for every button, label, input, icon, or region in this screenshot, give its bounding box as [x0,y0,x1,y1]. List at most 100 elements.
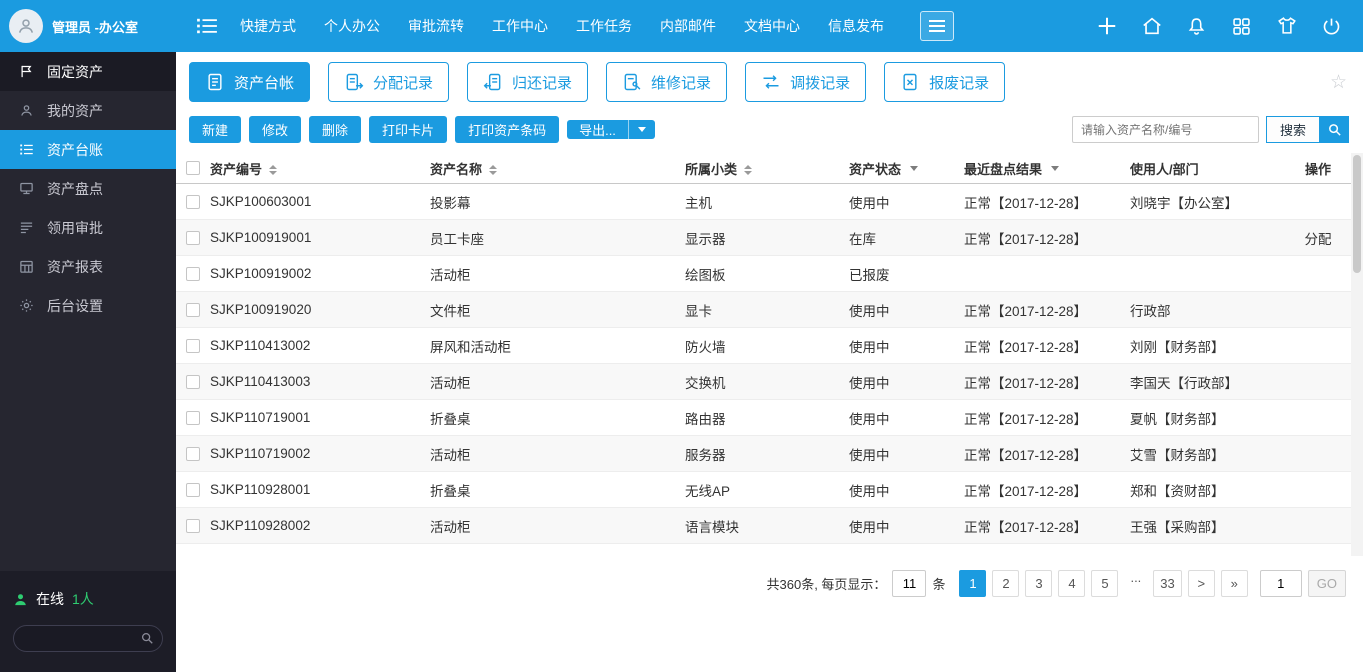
col-status[interactable]: 资产状态 [849,159,964,178]
avatar[interactable] [9,9,43,43]
sidebar-item-asset-inventory[interactable]: 资产盘点 [0,169,176,208]
row-checkbox[interactable] [186,482,200,497]
tab-return-records[interactable]: 归还记录 [467,62,589,102]
page-button-1[interactable]: 1 [959,570,987,597]
row-checkbox[interactable] [186,302,200,317]
home-icon[interactable] [1134,9,1169,44]
page-button-5[interactable]: 5 [1091,570,1119,597]
export-label: 导出... [579,123,616,138]
search-icon[interactable] [140,631,154,648]
table-row[interactable]: SJKP110928002 活动柜 语言模块 使用中 正常【2017-12-28… [176,508,1351,544]
row-checkbox[interactable] [186,410,200,425]
page-button-33[interactable]: 33 [1153,570,1182,597]
user-icon [18,103,35,118]
search-button[interactable]: 搜索 [1265,116,1349,143]
table-row[interactable]: SJKP110413003 活动柜 交换机 使用中 正常【2017-12-28】… [176,364,1351,400]
asset-search-input[interactable] [1071,116,1259,143]
row-checkbox[interactable] [186,230,200,245]
edit-button[interactable]: 修改 [249,116,302,143]
sidebar-item-requisition-approval[interactable]: 领用审批 [0,208,176,247]
table-row[interactable]: SJKP100919002 活动柜 绘图板 已报废 [176,256,1351,292]
power-icon[interactable] [1314,9,1349,44]
sidebar-item-label: 固定资产 [47,63,103,80]
goto-page-input[interactable] [1259,570,1302,597]
asset-code: SJKP110413003 [210,374,311,389]
sidebar-item-asset-reports[interactable]: 资产报表 [0,247,176,286]
row-action[interactable]: 分配 [1285,228,1351,248]
nav-item-work-tasks[interactable]: 工作任务 [562,0,646,52]
page-button-3[interactable]: 3 [1025,570,1053,597]
nav-item-approval-flow[interactable]: 审批流转 [394,0,478,52]
row-checkbox[interactable] [186,194,200,209]
print-card-button[interactable]: 打印卡片 [369,116,448,143]
nav-item-info-publish[interactable]: 信息发布 [814,0,898,52]
menu-list-icon[interactable] [196,17,218,35]
table-row[interactable]: SJKP110413002 屏风和活动柜 防火墙 使用中 正常【2017-12-… [176,328,1351,364]
tab-transfer-records[interactable]: 调拨记录 [745,62,867,102]
asset-name: 投影幕 [430,195,471,211]
go-button[interactable]: GO [1307,570,1346,597]
sidebar-item-my-assets[interactable]: 我的资产 [0,91,176,130]
add-icon[interactable] [1089,9,1124,44]
apps-grid-icon[interactable] [1224,9,1259,44]
row-checkbox[interactable] [186,518,200,533]
export-button[interactable]: 导出... [567,120,655,139]
tab-allocation-records[interactable]: 分配记录 [328,62,450,102]
asset-category: 交换机 [685,375,726,391]
row-checkbox[interactable] [186,338,200,353]
page-button-4[interactable]: 4 [1058,570,1086,597]
sidebar-item-backend-settings[interactable]: 后台设置 [0,286,176,325]
new-button[interactable]: 新建 [189,116,242,143]
print-barcode-button[interactable]: 打印资产条码 [455,116,560,143]
sort-icon [489,165,498,176]
table-row[interactable]: SJKP100919001 员工卡座 显示器 在库 正常【2017-12-28】… [176,220,1351,256]
tab-repair-records[interactable]: 维修记录 [606,62,728,102]
table-row[interactable]: SJKP110928001 折叠桌 无线AP 使用中 正常【2017-12-28… [176,472,1351,508]
scrap-icon [903,73,917,91]
shirt-icon[interactable] [1269,9,1304,44]
next-page-button[interactable]: > [1187,570,1215,597]
nav-item-doc-center[interactable]: 文档中心 [730,0,814,52]
main-nav: 快捷方式 个人办公 审批流转 工作中心 工作任务 内部邮件 文档中心 信息发布 [226,0,898,52]
pagination-summary: 共360条, 每页显示： [766,577,887,592]
favorite-star-icon[interactable]: ☆ [1330,73,1347,92]
transfer-icon [763,75,779,89]
row-checkbox[interactable] [186,266,200,281]
asset-name: 折叠桌 [430,483,471,499]
nav-item-work-center[interactable]: 工作中心 [478,0,562,52]
tab-asset-ledger[interactable]: 资产台帐 [189,62,311,102]
hamburger-menu-button[interactable] [920,11,954,41]
col-asset-name[interactable]: 资产名称 [430,159,685,178]
sidebar-item-asset-ledger[interactable]: 资产台账 [0,130,176,169]
table-row[interactable]: SJKP100919020 文件柜 显卡 使用中 正常【2017-12-28】 … [176,292,1351,328]
nav-item-internal-mail[interactable]: 内部邮件 [646,0,730,52]
table-row[interactable]: SJKP110719001 折叠桌 路由器 使用中 正常【2017-12-28】… [176,400,1351,436]
table-scrollbar[interactable] [1351,153,1363,556]
row-checkbox[interactable] [186,374,200,389]
inventory-result: 正常【2017-12-28】 [964,339,1088,355]
tab-scrap-records[interactable]: 报废记录 [884,62,1006,102]
nav-item-personal-office[interactable]: 个人办公 [310,0,394,52]
table-row[interactable]: SJKP100603001 投影幕 主机 使用中 正常【2017-12-28】 … [176,184,1351,220]
monitor-icon [18,181,35,196]
page-size-input[interactable] [892,570,927,597]
delete-button[interactable]: 删除 [309,116,362,143]
asset-user: 王强【采购部】 [1130,519,1225,535]
scrollbar-thumb[interactable] [1353,155,1361,273]
asset-status: 使用中 [849,339,890,355]
nav-item-shortcuts[interactable]: 快捷方式 [226,0,310,52]
bell-icon[interactable] [1179,9,1214,44]
col-inventory-result[interactable]: 最近盘点结果 [964,159,1130,178]
table-row[interactable]: SJKP110719002 活动柜 服务器 使用中 正常【2017-12-28】… [176,436,1351,472]
col-category[interactable]: 所属小类 [685,159,849,178]
tab-label: 维修记录 [651,74,712,92]
sidebar-item-fixed-assets[interactable]: 固定资产 [0,52,176,91]
export-dropdown-toggle[interactable] [627,120,655,139]
row-checkbox[interactable] [186,446,200,461]
inventory-result: 正常【2017-12-28】 [964,303,1088,319]
select-all-checkbox[interactable] [186,161,200,175]
asset-category: 显卡 [685,303,712,319]
page-button-2[interactable]: 2 [992,570,1020,597]
col-asset-code[interactable]: 资产编号 [210,159,430,178]
last-page-button[interactable]: » [1220,570,1248,597]
